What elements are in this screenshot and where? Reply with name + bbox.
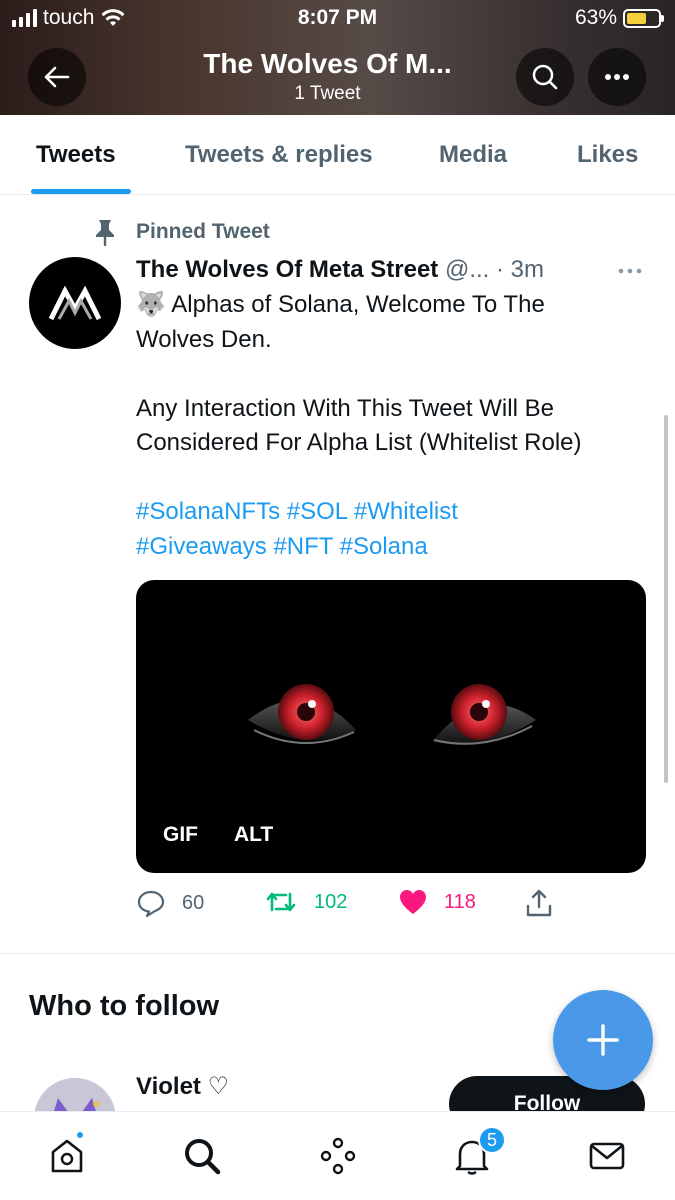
back-arrow-icon [44,66,70,88]
like-count: 118 [444,890,476,913]
tweet-header: The Wolves Of Meta Street @... · 3m [136,256,596,284]
nav-spaces[interactable] [316,1134,360,1178]
tweet-text-line: Any Interaction With This Tweet Will Be [136,394,554,422]
scrollbar[interactable] [664,415,668,783]
tab-media[interactable]: Media [439,141,507,169]
author-name[interactable]: The Wolves Of Meta Street [136,256,438,283]
tweet-text-line: Considered For Alpha List (Whitelist Rol… [136,429,582,456]
section-divider [0,953,675,954]
suggestion-name[interactable]: Violet ♡ [136,1072,229,1101]
retweet-icon [266,892,296,912]
notification-count-badge: 5 [478,1126,506,1154]
reply-count: 60 [182,891,205,914]
wolves-logo [48,285,102,321]
search-icon [532,64,558,90]
like-button[interactable]: 118 [398,888,476,916]
header-title: The Wolves Of M... [203,48,452,79]
tweet-text-line: 🐺 Alphas of Solana, Welcome To The [136,291,545,318]
hashtags-line[interactable]: #Giveaways #NFT #Solana [136,530,656,565]
spaces-icon [320,1137,356,1175]
mail-icon [589,1142,625,1170]
home-unread-dot [75,1130,85,1140]
retweet-count: 102 [314,890,348,913]
share-icon [526,889,552,917]
author-handle[interactable]: @... [445,256,489,283]
search-button[interactable] [516,48,574,106]
more-dots-icon [618,268,642,274]
heart-icon [400,890,426,914]
header-subtitle: 1 Tweet [294,83,361,104]
tab-tweets[interactable]: Tweets [36,141,116,169]
more-options-button[interactable] [588,48,646,106]
who-to-follow-title: Who to follow [29,990,220,1022]
tab-likes[interactable]: Likes [577,141,638,169]
plus-icon [587,1024,619,1056]
pinned-tweet-label: Pinned Tweet [136,220,270,243]
nav-home[interactable] [45,1130,89,1178]
tweet-text: 🐺 Alphas of Solana, Welcome To The Wolve… [136,288,656,564]
pin-icon [96,220,114,246]
pinned-label-row: Pinned Tweet [92,218,270,246]
tweet-actions: 60 102 118 [136,888,576,922]
tab-tweets-replies[interactable]: Tweets & replies [185,141,373,169]
reply-button[interactable]: 60 [136,888,204,918]
red-eyes-image [248,684,536,745]
search-icon [185,1139,221,1175]
battery-icon [623,8,664,28]
tweet-time: · 3m [496,256,545,283]
profile-tabs: Tweets Tweets & replies Media Likes [0,115,675,195]
bottom-nav: 5 [0,1111,675,1200]
profile-header: touch 8:07 PM 63% The Wolves Of M... 1 T… [0,0,675,115]
alt-badge[interactable]: ALT [234,823,273,847]
more-dots-icon [605,74,629,80]
share-button[interactable] [524,888,554,918]
nav-notifications[interactable]: 5 [450,1126,506,1178]
nav-search[interactable] [180,1134,224,1178]
tweet-text-line: Wolves Den. [136,325,272,353]
nav-messages[interactable] [585,1134,629,1178]
active-tab-indicator [31,189,131,194]
reply-icon [137,890,165,918]
home-icon [51,1139,83,1173]
retweet-button[interactable]: 102 [264,888,347,916]
gif-badge: GIF [163,823,198,846]
tweet-more-button[interactable] [617,262,643,280]
compose-tweet-button[interactable] [553,990,653,1090]
hashtags-line[interactable]: #SolanaNFTs #SOL #Whitelist [136,495,656,530]
status-right: 63% [574,6,664,30]
back-button[interactable] [28,48,86,106]
battery-percent: 63% [574,6,617,29]
tweet-media-gif[interactable]: GIF ALT [136,580,646,873]
author-avatar[interactable] [29,257,121,349]
status-time: 8:07 PM [297,6,378,29]
status-bar: touch 8:07 PM 63% [0,6,675,34]
